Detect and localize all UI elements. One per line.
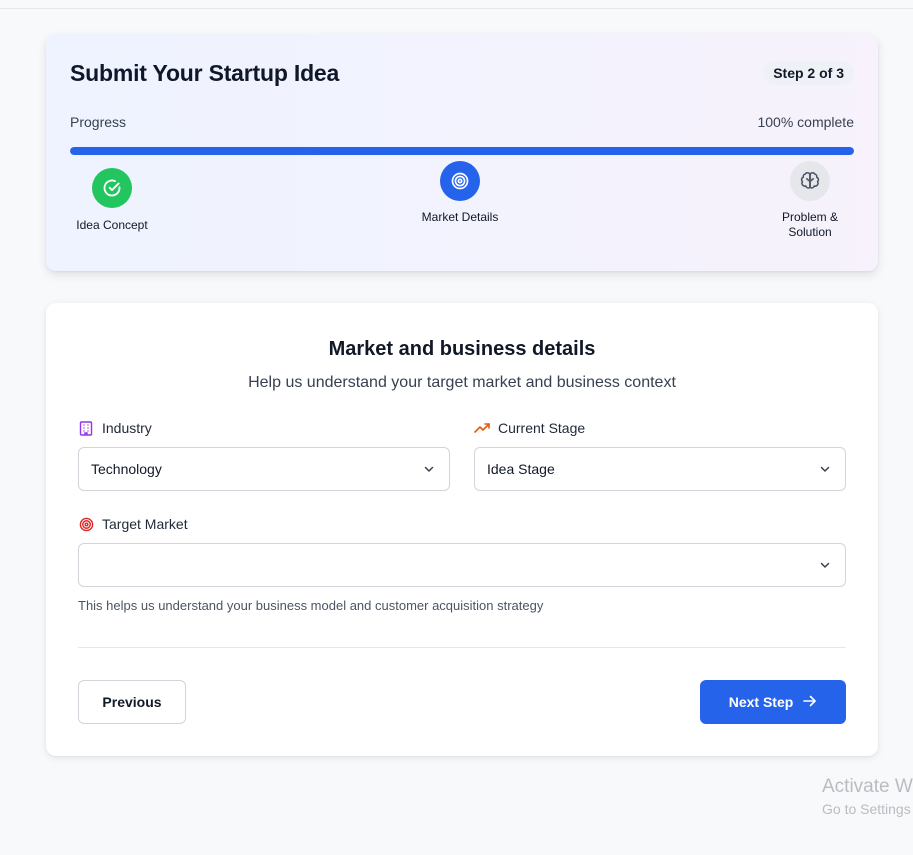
- industry-select[interactable]: Technology: [78, 447, 450, 491]
- previous-button-label: Previous: [102, 694, 162, 710]
- chevron-down-icon: [421, 461, 437, 477]
- step-label: Idea Concept: [76, 218, 148, 232]
- step-market-details[interactable]: Market Details: [420, 161, 500, 225]
- step-label: Market Details: [421, 210, 499, 224]
- step-badge: Step 2 of 3: [763, 61, 854, 85]
- progress-bar-fill: [70, 147, 854, 155]
- current-stage-label: Current Stage: [474, 420, 585, 436]
- next-step-button[interactable]: Next Step: [700, 680, 846, 724]
- chevron-down-icon: [817, 557, 833, 573]
- trending-up-icon: [474, 420, 490, 436]
- market-details-form: Market and business details Help us unde…: [46, 303, 878, 756]
- activation-watermark-subtitle: Go to Settings: [822, 801, 911, 817]
- target-icon: [78, 516, 94, 532]
- step-idea-concept[interactable]: Idea Concept: [70, 168, 154, 233]
- step-problem-solution[interactable]: Problem & Solution: [770, 161, 850, 240]
- activation-watermark-title: Activate W: [822, 776, 913, 797]
- chevron-down-icon: [817, 461, 833, 477]
- target-market-label-text: Target Market: [102, 516, 188, 532]
- arrow-right-icon: [803, 694, 817, 710]
- industry-label-text: Industry: [102, 420, 152, 436]
- building-icon: [78, 420, 94, 436]
- page-title: Submit Your Startup Idea: [70, 60, 340, 86]
- top-divider: [0, 8, 913, 9]
- progress-bar: [70, 147, 854, 155]
- form-subtitle: Help us understand your target market an…: [248, 374, 676, 391]
- progress-percent: 100% complete: [757, 114, 854, 130]
- current-stage-label-text: Current Stage: [498, 420, 586, 436]
- form-title: Market and business details: [328, 338, 596, 360]
- progress-label: Progress: [70, 114, 127, 130]
- next-step-button-label: Next Step: [728, 694, 794, 710]
- target-icon: [440, 161, 480, 201]
- step-label: Problem & Solution: [781, 210, 839, 239]
- progress-header-card: Submit Your Startup Idea Step 2 of 3 Pro…: [46, 34, 878, 271]
- previous-button[interactable]: Previous: [78, 680, 186, 724]
- industry-label: Industry: [78, 420, 152, 436]
- current-stage-select[interactable]: Idea Stage: [474, 447, 846, 491]
- industry-value: Technology: [91, 461, 162, 477]
- target-market-helper-text: This helps us understand your business m…: [78, 598, 544, 613]
- target-market-label: Target Market: [78, 516, 188, 532]
- form-divider: [78, 647, 846, 648]
- brain-icon: [790, 161, 830, 201]
- check-circle-icon: [92, 168, 132, 208]
- target-market-select[interactable]: [78, 543, 846, 587]
- current-stage-value: Idea Stage: [487, 461, 555, 477]
